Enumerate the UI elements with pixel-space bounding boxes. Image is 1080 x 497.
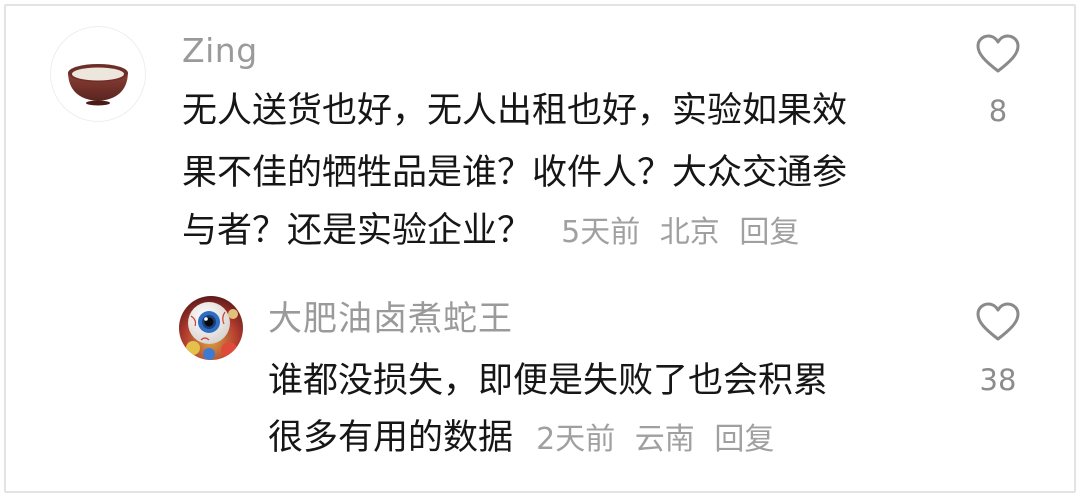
comment-text-line: 与者？还是实验企业？ 5天前 北京 回复 [182, 214, 799, 249]
comment-meta: 2天前 云南 回复 [536, 422, 774, 457]
comment-time: 2天前 [536, 422, 616, 457]
comment-text-line: 无人送货也好，无人出租也好，实验如果效 [182, 91, 848, 131]
reply-button[interactable]: 回复 [714, 422, 774, 457]
comment-text-line: 谁都没损失，即便是失败了也会积累 [268, 361, 829, 401]
comment-text-line: 果不佳的牺牲品是谁？收件人？大众交通参 [182, 153, 848, 193]
eyeball-avatar-icon [179, 296, 243, 360]
like-count: 8 [988, 94, 1008, 128]
reply-button[interactable]: 回复 [739, 215, 799, 250]
comment-location: 北京 [659, 215, 720, 250]
heart-outline-icon[interactable] [975, 301, 1021, 343]
comment-location: 云南 [634, 422, 695, 457]
teacup-bowl-avatar-icon [68, 64, 128, 106]
avatar[interactable] [50, 26, 146, 122]
comment-meta: 5天前 北京 回复 [561, 215, 799, 250]
comment-time: 5天前 [561, 215, 641, 250]
avatar[interactable] [179, 296, 243, 360]
heart-outline-icon[interactable] [975, 33, 1021, 75]
comment-username[interactable]: Zing [182, 34, 258, 67]
like-count: 38 [979, 363, 1017, 397]
comment-text-segment: 很多有用的数据 [268, 418, 514, 458]
comment-text-line: 很多有用的数据 2天前 云南 回复 [268, 421, 774, 456]
comment-text-segment: 与者？还是实验企业？ [182, 211, 533, 251]
reply-username[interactable]: 大肥油卤煮蛇王 [268, 302, 513, 336]
